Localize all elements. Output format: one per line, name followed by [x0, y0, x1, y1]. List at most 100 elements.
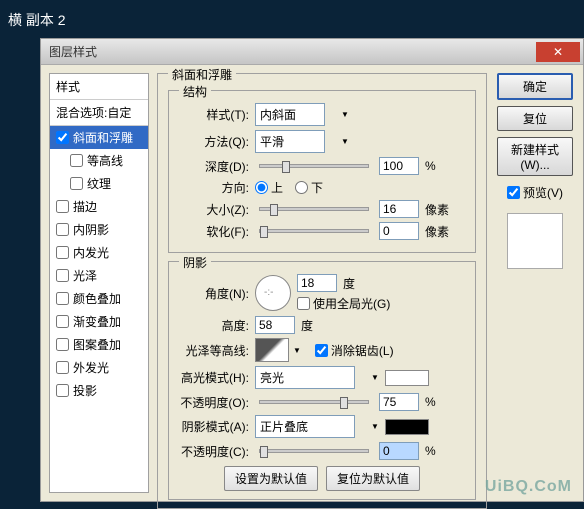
style-item-6[interactable]: 光泽	[50, 264, 148, 287]
direction-label: 方向:	[179, 179, 249, 196]
percent-unit: %	[425, 159, 436, 173]
style-item-label: 纹理	[87, 175, 111, 192]
chevron-down-icon[interactable]: ▼	[341, 137, 349, 146]
anti-alias-checkbox[interactable]: 消除锯齿(L)	[315, 342, 394, 359]
main-panel: 斜面和浮雕 结构 样式(T): 内斜面 ▼ 方法(Q): 平滑	[157, 73, 487, 493]
style-item-10[interactable]: 外发光	[50, 356, 148, 379]
style-item-label: 斜面和浮雕	[73, 129, 133, 146]
chevron-down-icon[interactable]: ▼	[341, 110, 349, 119]
angle-input[interactable]: 18	[297, 274, 337, 292]
style-value: 内斜面	[260, 106, 296, 123]
style-checkbox[interactable]	[56, 269, 69, 282]
shading-title: 阴影	[179, 254, 211, 271]
size-input[interactable]: 16	[379, 200, 419, 218]
style-item-3[interactable]: 描边	[50, 195, 148, 218]
highlight-mode-combo[interactable]: 亮光	[255, 366, 355, 389]
highlight-opacity-input[interactable]: 75	[379, 393, 419, 411]
highlight-color-swatch[interactable]	[385, 370, 429, 386]
altitude-input[interactable]: 58	[255, 316, 295, 334]
depth-label: 深度(D):	[179, 158, 249, 175]
close-icon: ✕	[553, 45, 563, 59]
technique-label: 方法(Q):	[179, 133, 249, 150]
style-item-5[interactable]: 内发光	[50, 241, 148, 264]
chevron-down-icon[interactable]: ▼	[371, 373, 379, 382]
styles-header: 样式	[50, 74, 148, 100]
style-item-7[interactable]: 颜色叠加	[50, 287, 148, 310]
style-checkbox[interactable]	[56, 292, 69, 305]
shadow-mode-label: 阴影模式(A):	[179, 418, 249, 435]
blend-options[interactable]: 混合选项:自定	[50, 100, 148, 126]
chevron-down-icon[interactable]: ▼	[293, 346, 301, 355]
make-default-button[interactable]: 设置为默认值	[224, 466, 318, 491]
ok-button[interactable]: 确定	[497, 73, 573, 100]
percent-unit: %	[425, 395, 436, 409]
shadow-color-swatch[interactable]	[385, 419, 429, 435]
new-style-button[interactable]: 新建样式(W)...	[497, 137, 573, 176]
shading-group: 阴影 角度(N): 18 度 使用全局光(G) 高度	[168, 261, 476, 500]
soften-label: 软化(F):	[179, 223, 249, 240]
direction-up-radio[interactable]: 上	[255, 179, 283, 196]
style-checkbox[interactable]	[56, 338, 69, 351]
style-item-label: 内阴影	[73, 221, 109, 238]
style-item-label: 图案叠加	[73, 336, 121, 353]
style-item-label: 投影	[73, 382, 97, 399]
style-item-2[interactable]: 纹理	[50, 172, 148, 195]
chevron-down-icon[interactable]: ▼	[371, 422, 379, 431]
degree-unit: 度	[343, 275, 355, 292]
style-checkbox[interactable]	[70, 177, 83, 190]
style-item-label: 内发光	[73, 244, 109, 261]
shadow-opacity-input[interactable]: 0	[379, 442, 419, 460]
reset-default-button[interactable]: 复位为默认值	[326, 466, 420, 491]
bevel-group-title: 斜面和浮雕	[168, 66, 236, 83]
highlight-mode-label: 高光模式(H):	[179, 369, 249, 386]
style-item-0[interactable]: 斜面和浮雕	[50, 126, 148, 149]
style-item-11[interactable]: 投影	[50, 379, 148, 402]
style-item-label: 渐变叠加	[73, 313, 121, 330]
structure-group: 结构 样式(T): 内斜面 ▼ 方法(Q): 平滑 ▼	[168, 90, 476, 253]
right-panel: 确定 复位 新建样式(W)... 预览(V)	[495, 73, 575, 493]
shadow-opacity-label: 不透明度(C):	[179, 443, 249, 460]
styles-panel: 样式 混合选项:自定 斜面和浮雕等高线纹理描边内阴影内发光光泽颜色叠加渐变叠加图…	[49, 73, 149, 493]
shadow-opacity-slider[interactable]	[259, 449, 369, 453]
angle-dial[interactable]	[255, 275, 291, 311]
style-checkbox[interactable]	[70, 154, 83, 167]
style-checkbox[interactable]	[56, 246, 69, 259]
style-item-9[interactable]: 图案叠加	[50, 333, 148, 356]
px-unit: 像素	[425, 201, 449, 218]
highlight-opacity-slider[interactable]	[259, 400, 369, 404]
depth-input[interactable]: 100	[379, 157, 419, 175]
style-checkbox[interactable]	[56, 384, 69, 397]
soften-input[interactable]: 0	[379, 222, 419, 240]
preview-checkbox[interactable]: 预览(V)	[507, 184, 563, 201]
direction-down-radio[interactable]: 下	[295, 179, 323, 196]
shadow-mode-combo[interactable]: 正片叠底	[255, 415, 355, 438]
style-item-label: 外发光	[73, 359, 109, 376]
size-slider[interactable]	[259, 207, 369, 211]
style-item-1[interactable]: 等高线	[50, 149, 148, 172]
style-checkbox[interactable]	[56, 131, 69, 144]
style-checkbox[interactable]	[56, 361, 69, 374]
cancel-button[interactable]: 复位	[497, 106, 573, 131]
soften-slider[interactable]	[259, 229, 369, 233]
app-title: 横 副本 2	[0, 0, 584, 40]
style-checkbox[interactable]	[56, 315, 69, 328]
layer-style-dialog: 图层样式 ✕ 样式 混合选项:自定 斜面和浮雕等高线纹理描边内阴影内发光光泽颜色…	[40, 38, 584, 502]
technique-combo[interactable]: 平滑	[255, 130, 325, 153]
structure-title: 结构	[179, 83, 211, 100]
dialog-title: 图层样式	[49, 43, 536, 60]
style-combo[interactable]: 内斜面	[255, 103, 325, 126]
altitude-label: 高度:	[179, 317, 249, 334]
style-item-8[interactable]: 渐变叠加	[50, 310, 148, 333]
bevel-emboss-group: 斜面和浮雕 结构 样式(T): 内斜面 ▼ 方法(Q): 平滑	[157, 73, 487, 509]
style-item-label: 光泽	[73, 267, 97, 284]
style-checkbox[interactable]	[56, 200, 69, 213]
depth-slider[interactable]	[259, 164, 369, 168]
style-item-4[interactable]: 内阴影	[50, 218, 148, 241]
style-checkbox[interactable]	[56, 223, 69, 236]
degree-unit: 度	[301, 317, 313, 334]
gloss-contour-picker[interactable]	[255, 338, 289, 362]
highlight-opacity-label: 不透明度(O):	[179, 394, 249, 411]
close-button[interactable]: ✕	[536, 42, 580, 62]
global-light-checkbox[interactable]: 使用全局光(G)	[297, 295, 390, 312]
style-item-label: 颜色叠加	[73, 290, 121, 307]
